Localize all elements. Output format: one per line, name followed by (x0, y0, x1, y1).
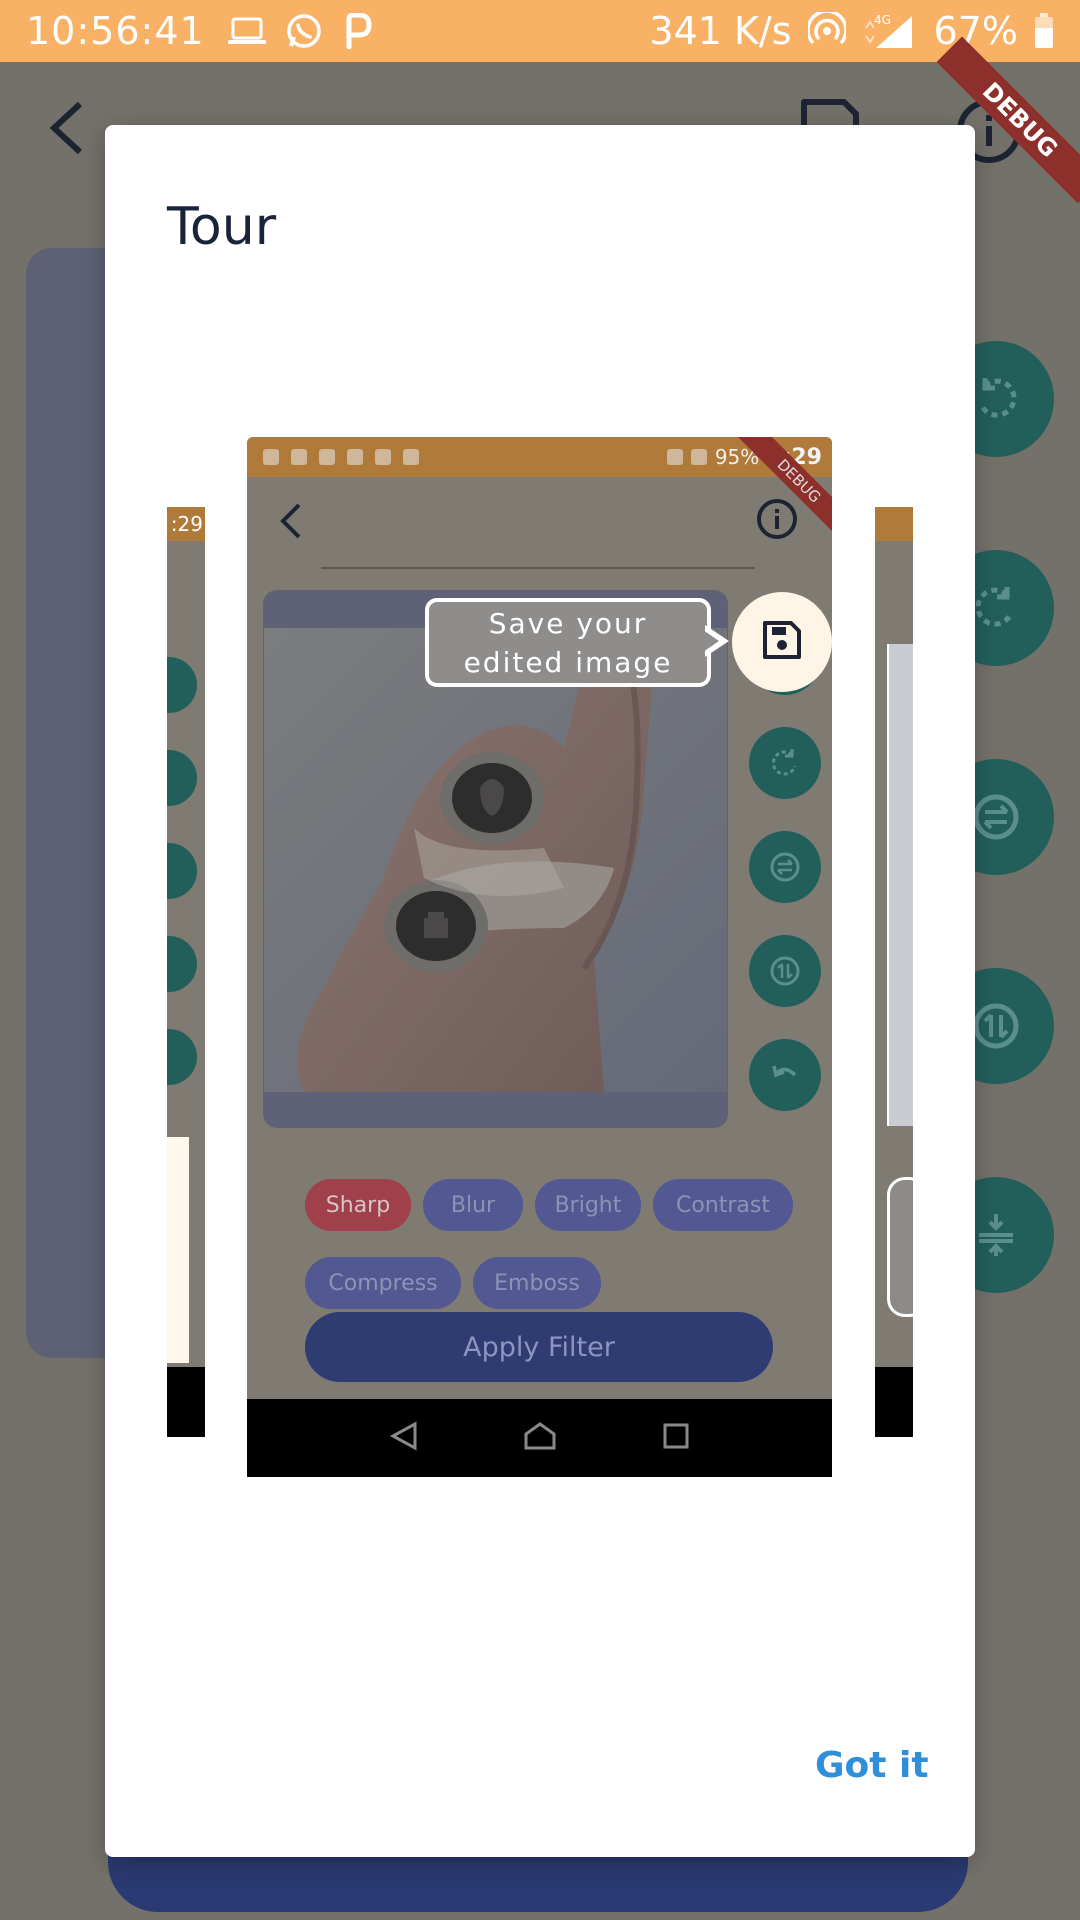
filter-chip-compress: Compress (305, 1257, 461, 1309)
signal-icon (690, 449, 707, 465)
prev-page-fab (167, 936, 197, 992)
next-page-tooltip (887, 1177, 913, 1317)
flip-horizontal-icon (749, 831, 821, 903)
hotspot-icon (807, 12, 846, 50)
ring-photo (264, 628, 727, 1092)
network-type: 4G (874, 13, 891, 27)
tooltip-line-1: Save your (488, 606, 648, 640)
tour-dialog: Tour :29 95% 9:29 DEBUG Apply Filter Sha… (105, 125, 975, 1857)
save-icon (761, 619, 803, 665)
tour-screenshot-preview: 95% 9:29 DEBUG Apply Filter Sharp Blur B… (247, 437, 832, 1477)
contacts-icon (263, 449, 279, 465)
filter-chip-sharp: Sharp (305, 1179, 411, 1231)
nav-back-icon (389, 1421, 419, 1455)
prev-page-panel (167, 1137, 189, 1363)
filter-chip-bright: Bright (535, 1179, 641, 1231)
filter-chip-blur: Blur (423, 1179, 523, 1231)
n-icon (347, 449, 363, 465)
battery-percent: 67% (933, 9, 1018, 53)
info-icon (755, 497, 799, 545)
battery-icon (1034, 13, 1054, 49)
filter-chip-contrast: Contrast (653, 1179, 793, 1231)
back-icon (275, 501, 305, 545)
filter-chip-emboss: Emboss (473, 1257, 601, 1309)
back-icon (42, 100, 90, 160)
signal-icon: 4G (862, 12, 918, 50)
status-time: 10:56:41 (26, 9, 205, 53)
whatsapp-icon (285, 12, 323, 50)
undo-icon (749, 1039, 821, 1111)
image-icon (291, 449, 307, 465)
prev-page-fab (167, 843, 197, 899)
dialog-title: Tour (167, 197, 277, 257)
prev-page-navbar (167, 1367, 205, 1437)
network-speed: 341 K/s (649, 9, 792, 53)
prev-page-fab (167, 657, 197, 713)
preview-apply-filter-button: Apply Filter (305, 1312, 773, 1382)
next-page-status-bar (875, 507, 913, 541)
tooltip-line-2: edited image (463, 645, 673, 679)
tooltip-tail (703, 630, 719, 652)
carousel-next-page[interactable] (875, 507, 913, 1437)
prev-page-fab (167, 750, 197, 806)
rotate-right-icon (749, 727, 821, 799)
cloud-icon (375, 449, 391, 465)
nav-recents-icon (662, 1422, 690, 1454)
bulb-icon (319, 449, 335, 465)
prev-page-fab (167, 1029, 197, 1085)
laptop-icon (227, 16, 267, 46)
flip-vertical-icon (749, 935, 821, 1007)
got-it-button[interactable]: Got it (815, 1745, 929, 1786)
next-page-image (887, 644, 913, 1126)
status-bar: 10:56:41 341 K/s 4G 67% (0, 0, 1080, 62)
fan-icon (403, 449, 419, 465)
p-icon (341, 13, 373, 49)
preview-nav-bar (247, 1399, 832, 1477)
nav-home-icon (523, 1421, 557, 1455)
alarm-icon (666, 449, 683, 465)
tour-tooltip: Save your edited image (425, 598, 711, 687)
preview-divider (321, 567, 755, 569)
highlighted-save-button (732, 592, 832, 692)
prev-page-status-time: :29 (167, 507, 205, 541)
next-page-navbar (875, 1367, 913, 1437)
carousel-prev-page[interactable]: :29 (167, 507, 205, 1437)
